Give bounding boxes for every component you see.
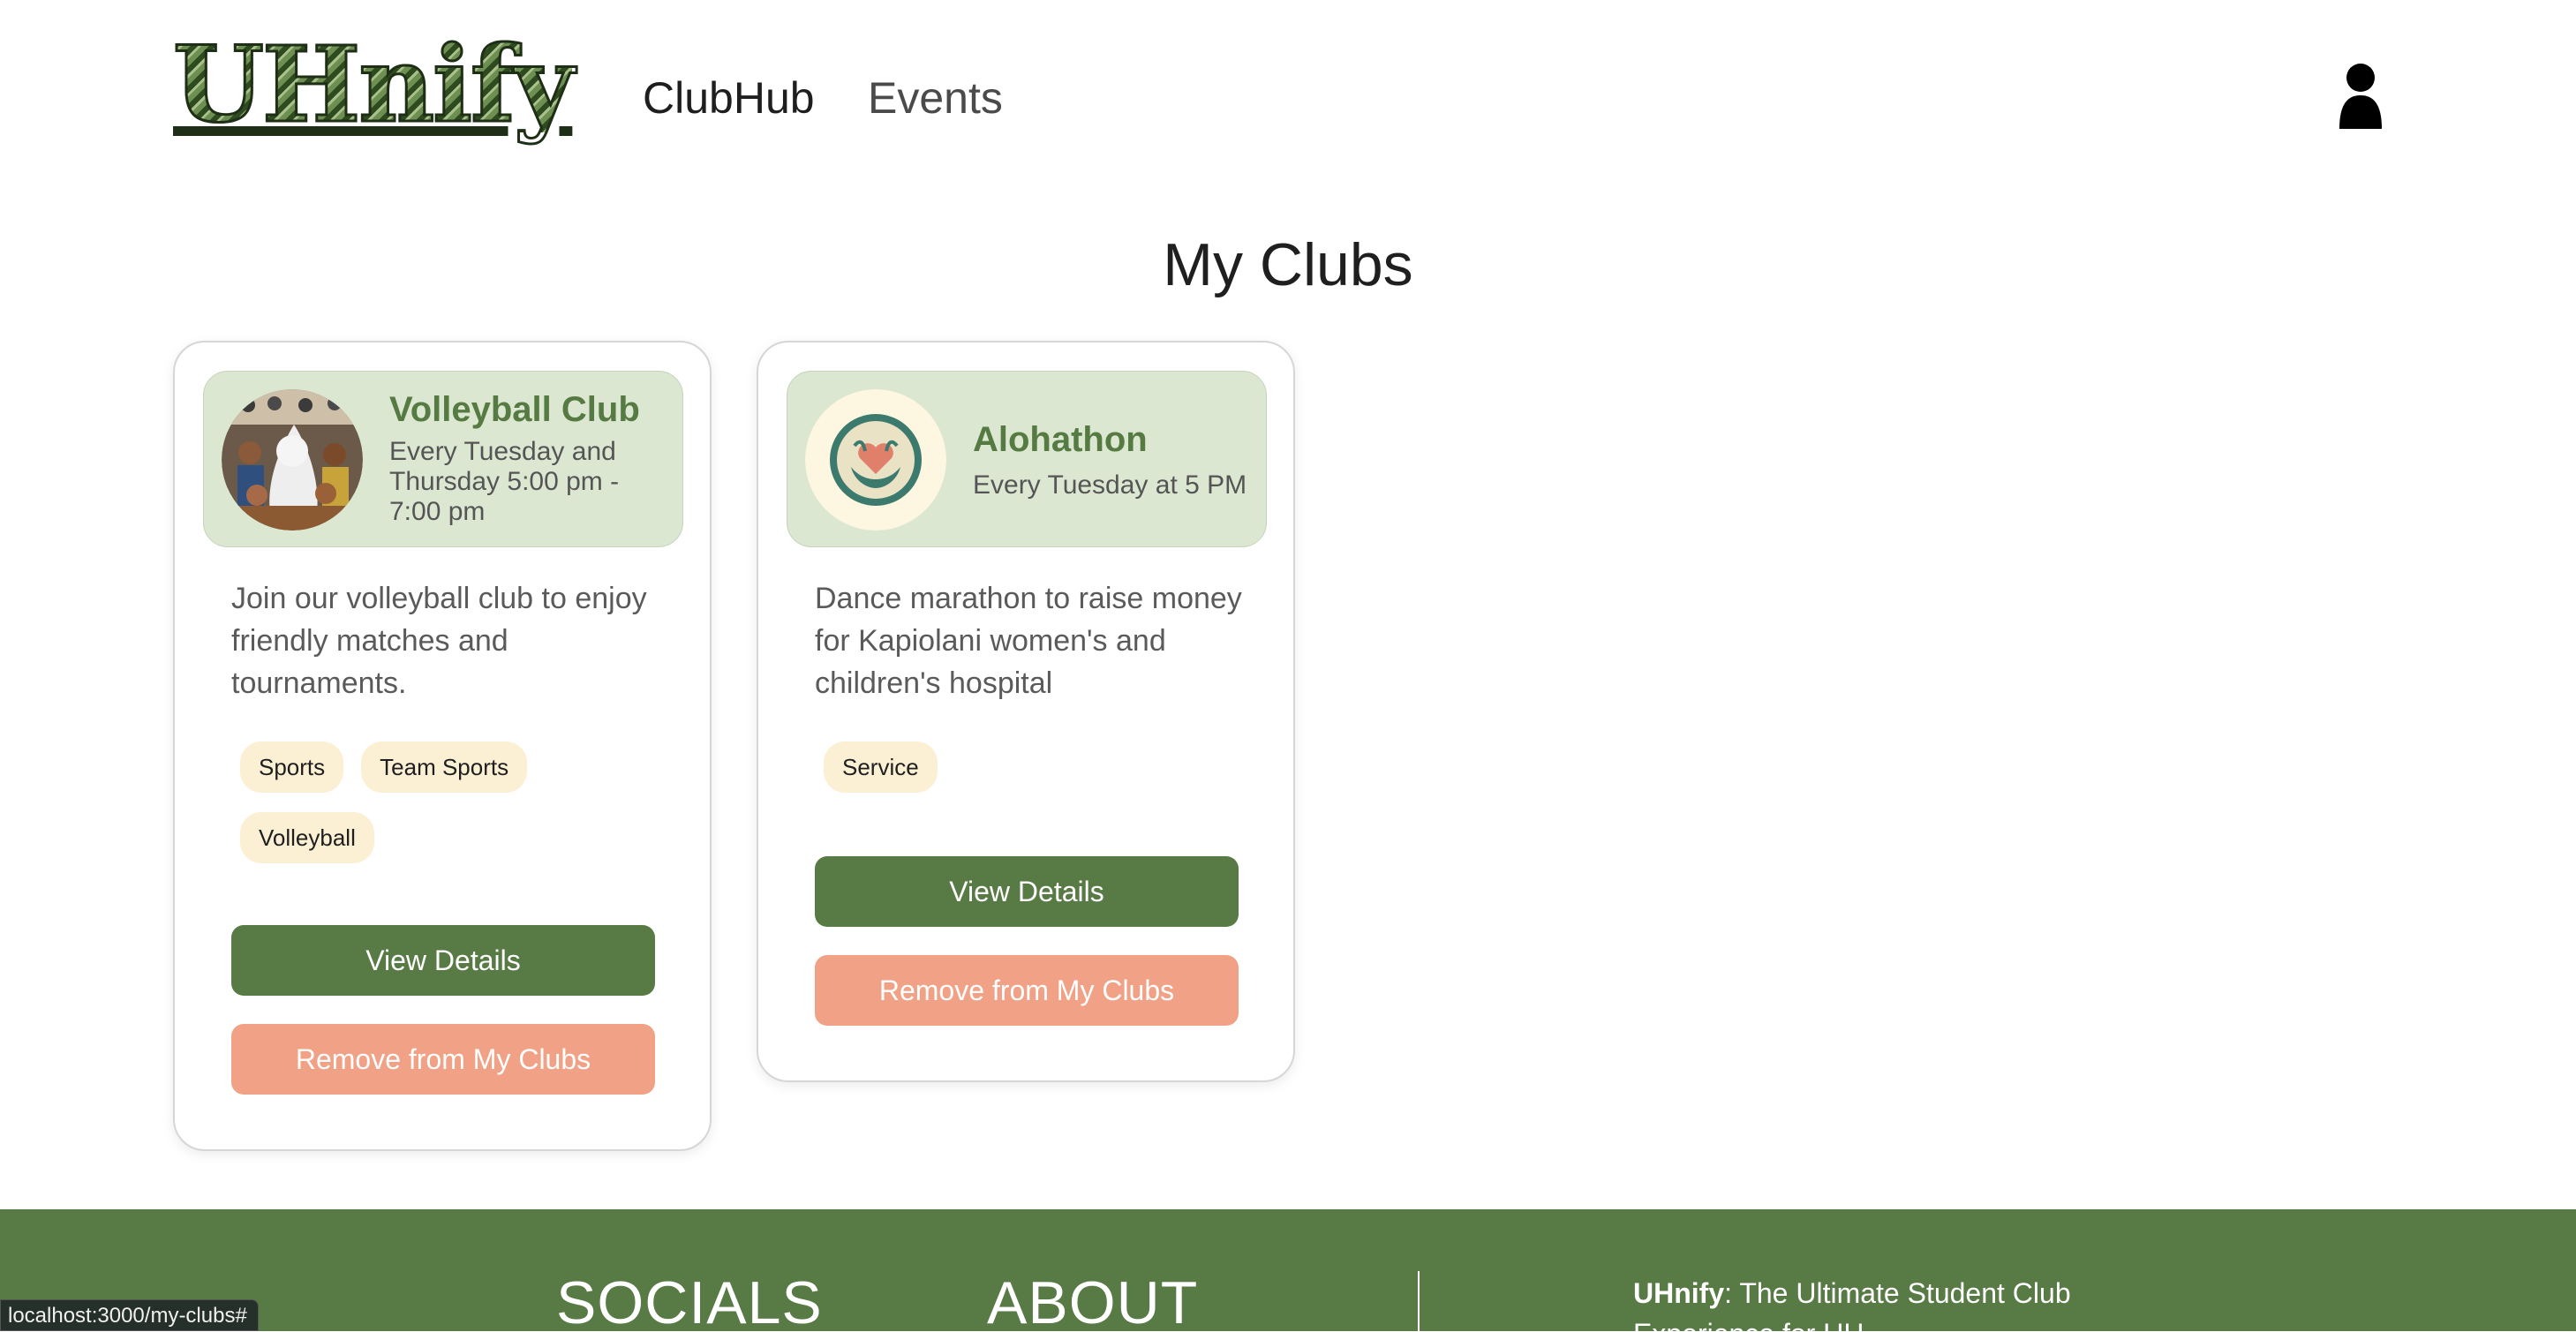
club-name: Alohathon (973, 420, 1148, 459)
tag: Sports (240, 741, 344, 793)
link-status-bar: localhost:3000/my-clubs# (0, 1299, 259, 1331)
club-description: Join our volleyball club to enjoy friend… (231, 582, 647, 700)
remove-from-my-clubs-button[interactable]: Remove from My Clubs (815, 955, 1239, 1026)
club-tags: Service (824, 741, 1239, 793)
club-avatar-volleyball (222, 389, 363, 531)
club-card-header: Alohathon Every Tuesday at 5 PM (787, 371, 1267, 547)
nav-link-clubhub[interactable]: ClubHub (643, 67, 815, 129)
view-details-button[interactable]: View Details (231, 925, 655, 996)
club-schedule: Every Tuesday at 5 PM (973, 470, 1247, 500)
tag: Volleyball (240, 812, 374, 863)
club-card-volleyball: Volleyball Club Every Tuesday and Thursd… (173, 341, 712, 1151)
footer-brand: UHnify (1633, 1277, 1725, 1309)
nav-link-events[interactable]: Events (868, 67, 1003, 129)
navbar: UHnify ClubHub Events (0, 0, 2576, 196)
club-description: Dance marathon to raise money for Kapiol… (815, 582, 1242, 700)
footer-divider (1418, 1271, 1420, 1331)
club-name: Volleyball Club (389, 390, 640, 429)
page-title: My Clubs (1163, 231, 1413, 298)
club-card-alohathon: Alohathon Every Tuesday at 5 PM Dance ma… (757, 341, 1295, 1082)
club-tags: Sports Team Sports Volleyball (240, 741, 655, 863)
tag: Team Sports (361, 741, 528, 793)
tag: Service (824, 741, 938, 793)
user-icon[interactable] (2336, 62, 2385, 129)
footer-socials-heading: SOCIALS (556, 1269, 823, 1331)
footer-tagline: UHnify: The Ultimate Student Club Experi… (1633, 1273, 2092, 1331)
club-schedule: Every Tuesday and Thursday 5:00 pm - 7:0… (389, 437, 620, 526)
club-card-header: Volleyball Club Every Tuesday and Thursd… (203, 371, 683, 547)
remove-from-my-clubs-button[interactable]: Remove from My Clubs (231, 1024, 655, 1095)
footer-about-heading: ABOUT (987, 1269, 1199, 1331)
uhnify-logo[interactable]: UHnify (171, 31, 584, 138)
footer: SOCIALS ABOUT UHnify: The Ultimate Stude… (0, 1209, 2576, 1331)
view-details-button[interactable]: View Details (815, 856, 1239, 927)
club-avatar-alohathon (805, 389, 946, 531)
